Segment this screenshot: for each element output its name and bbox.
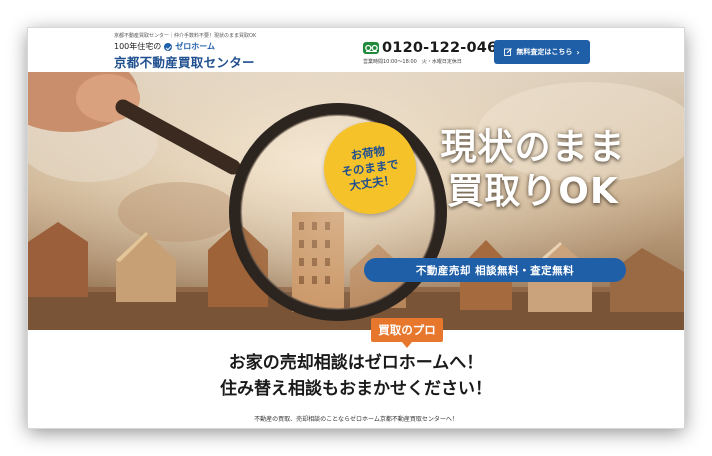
heading-line: 住み替え相談もおまかせください！: [220, 379, 492, 399]
hero-banner: お荷物 そのままで 大丈夫！ 現状のまま 買取りOK 不動産売却 相談無料・査定…: [28, 72, 684, 330]
logo-sub[interactable]: 100年住宅の ゼロホーム: [114, 41, 215, 52]
site-header: 京都不動産買取センター｜仲介手数料不要！現状のまま買取OK 100年住宅の ゼロ…: [28, 28, 684, 72]
free-consultation-banner: 不動産売却 相談無料・査定無料: [364, 258, 626, 282]
edit-form-icon: [504, 48, 513, 56]
business-hours: 営業時間10:00～18:00 火・水曜日定休日: [363, 59, 462, 65]
free-appraisal-button[interactable]: 無料査定はこちら ›: [494, 40, 590, 64]
headline-line: 現状のまま: [440, 127, 626, 168]
heading-line: お家の売却相談はゼロホームへ！: [228, 353, 484, 373]
logo-prefix: 100年住宅の: [114, 42, 162, 51]
site-logo[interactable]: 京都不動産買取センター: [114, 52, 255, 71]
intro-text: 不動産の買取、売却相談のことならゼロホーム京都不動産買取センターへ！: [254, 416, 458, 423]
buyback-pro-tab: 買取のプロ: [371, 318, 443, 348]
chevron-right-icon: ›: [576, 47, 580, 57]
browser-window: 京都不動産買取センター｜仲介手数料不要！現状のまま買取OK 100年住宅の ゼロ…: [28, 28, 684, 428]
phone-number: 0120-122-046: [382, 40, 498, 56]
free-appraisal-label: 無料査定はこちら: [516, 48, 573, 56]
header-tagline: 京都不動産買取センター｜仲介手数料不要！現状のまま買取OK: [114, 33, 257, 39]
hero-headline: 現状のまま 買取りOK: [423, 126, 643, 214]
intro-section: 買取のプロ お家の売却相談はゼロホームへ！ 住み替え相談もおまかせください！ 不…: [28, 318, 684, 428]
free-dial-icon: [363, 42, 379, 54]
zero-home-mark-icon: [164, 42, 173, 51]
logo-brand: ゼロホーム: [175, 42, 216, 51]
phone-link[interactable]: 0120-122-046: [363, 40, 497, 56]
headline-line: 買取りOK: [447, 171, 619, 212]
intro-heading: お家の売却相談はゼロホームへ！ 住み替え相談もおまかせください！: [28, 350, 684, 402]
